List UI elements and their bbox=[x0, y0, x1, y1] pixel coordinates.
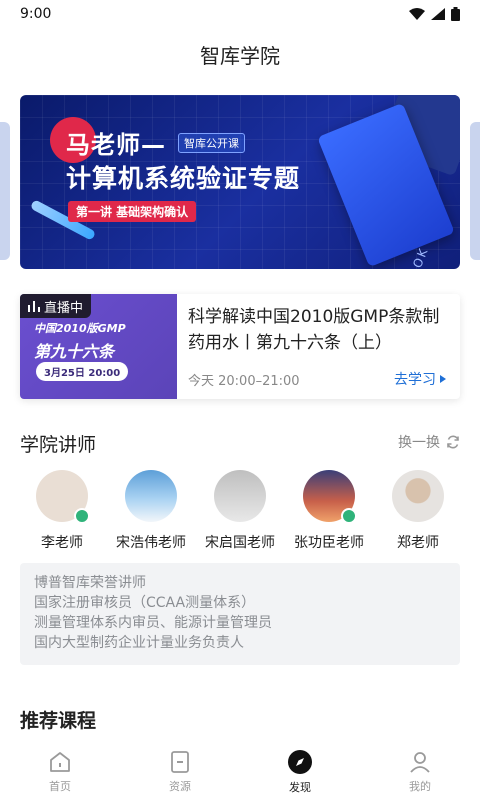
tab-discover-label: 发现 bbox=[289, 781, 311, 794]
teacher-item[interactable]: 宋启国老师 bbox=[198, 470, 282, 555]
teacher-item[interactable]: 郑老师 bbox=[376, 470, 460, 555]
teacher-bio: 博普智库荣誉讲师 国家注册审核员（CCAA测量体系） 测量管理体系内审员、能源计… bbox=[20, 563, 460, 665]
resource-icon bbox=[171, 751, 189, 773]
avatar-wrap bbox=[214, 470, 266, 522]
verified-badge-icon bbox=[341, 508, 357, 524]
tab-resources[interactable]: 资源 bbox=[140, 750, 220, 794]
bio-line: 测量管理体系内审员、能源计量管理员 bbox=[34, 615, 272, 631]
banner-subtitle: 第一讲 基础架构确认 bbox=[68, 201, 197, 222]
bio-line: 国家注册审核员（CCAA测量体系） bbox=[34, 595, 256, 611]
teacher-name: 郑老师 bbox=[397, 535, 439, 551]
app-header: 智库学院 bbox=[0, 28, 480, 80]
recommended-title: 推荐课程 bbox=[20, 710, 97, 732]
avatar bbox=[214, 470, 266, 522]
banner-next-peek[interactable] bbox=[470, 122, 480, 260]
refresh-label: 换一换 bbox=[398, 435, 440, 451]
go-study-button[interactable]: 去学习 bbox=[394, 369, 446, 389]
tab-resources-label: 资源 bbox=[169, 780, 191, 793]
live-badge: 直播中 bbox=[20, 294, 92, 318]
thumb-date: 3月25日 20:00 bbox=[36, 362, 129, 381]
home-icon bbox=[50, 752, 70, 772]
app-screen: 9:00 智库学院 马老师— 智库公开课 计算机系统验证专题 第一讲 基础架构确… bbox=[0, 0, 480, 800]
live-course-card[interactable]: 直播中 中国2010版GMP 第九十六条 3月25日 20:00 科学解读中国2… bbox=[20, 294, 460, 399]
wifi-icon bbox=[409, 8, 425, 20]
status-time: 9:00 bbox=[20, 6, 52, 22]
banner-headline: 计算机系统验证专题 bbox=[66, 164, 301, 193]
banner-teacher: 马老师— bbox=[66, 131, 166, 159]
caret-right-icon bbox=[440, 375, 446, 383]
live-title: 科学解读中国2010版GMP条款制药用水丨第九十六条（上） bbox=[188, 307, 440, 353]
teacher-item[interactable]: 李老师 bbox=[20, 470, 104, 555]
avatar bbox=[392, 470, 444, 522]
bio-line: 国内大型制药企业计量业务负责人 bbox=[34, 635, 244, 651]
thumb-line1: 中国2010版GMP bbox=[34, 322, 126, 335]
refresh-button[interactable]: 换一换 bbox=[398, 432, 460, 452]
refresh-icon bbox=[447, 435, 459, 449]
live-bars-icon bbox=[28, 301, 40, 312]
teacher-name: 宋浩伟老师 bbox=[116, 535, 186, 551]
thumb-line2: 第九十六条 bbox=[34, 342, 115, 361]
tab-home[interactable]: 首页 bbox=[20, 750, 100, 794]
go-study-label: 去学习 bbox=[394, 372, 436, 388]
status-bar: 9:00 bbox=[0, 0, 480, 28]
teacher-name: 宋启国老师 bbox=[205, 535, 275, 551]
live-thumbnail: 直播中 中国2010版GMP 第九十六条 3月25日 20:00 bbox=[20, 294, 177, 399]
teacher-name: 李老师 bbox=[41, 535, 83, 551]
instructors-title: 学院讲师 bbox=[20, 434, 97, 456]
user-icon bbox=[410, 752, 430, 773]
teacher-name: 张功臣老师 bbox=[294, 535, 364, 551]
promo-banner[interactable]: 马老师— 智库公开课 计算机系统验证专题 第一讲 基础架构确认 NOTEBOOK bbox=[20, 95, 460, 269]
signal-icon bbox=[431, 8, 445, 20]
avatar-wrap bbox=[303, 470, 357, 524]
banner-prev-peek[interactable] bbox=[0, 122, 10, 260]
status-icons bbox=[409, 7, 460, 21]
bottom-tab-bar: 首页 资源 发现 我的 bbox=[0, 744, 480, 800]
live-badge-label: 直播中 bbox=[44, 300, 84, 316]
teacher-item[interactable]: 张功臣老师 bbox=[287, 470, 371, 555]
avatar-wrap bbox=[36, 470, 90, 524]
avatar-wrap bbox=[125, 470, 177, 522]
avatar-wrap bbox=[392, 470, 444, 522]
verified-badge-icon bbox=[74, 508, 90, 524]
tab-profile[interactable]: 我的 bbox=[380, 750, 460, 794]
avatar bbox=[125, 470, 177, 522]
teacher-list: 李老师 宋浩伟老师 宋启国老师 张功臣老师 郑老师 bbox=[20, 470, 460, 555]
tab-profile-label: 我的 bbox=[409, 780, 431, 793]
banner-tag: 智库公开课 bbox=[178, 133, 245, 153]
page-title: 智库学院 bbox=[200, 43, 280, 68]
compass-icon bbox=[288, 750, 312, 774]
live-time: 今天 20:00–21:00 bbox=[188, 374, 300, 389]
tab-home-label: 首页 bbox=[49, 780, 71, 793]
tab-discover[interactable]: 发现 bbox=[260, 749, 340, 795]
teacher-item[interactable]: 宋浩伟老师 bbox=[109, 470, 193, 555]
battery-icon bbox=[451, 7, 460, 21]
bio-line: 博普智库荣誉讲师 bbox=[34, 575, 146, 591]
